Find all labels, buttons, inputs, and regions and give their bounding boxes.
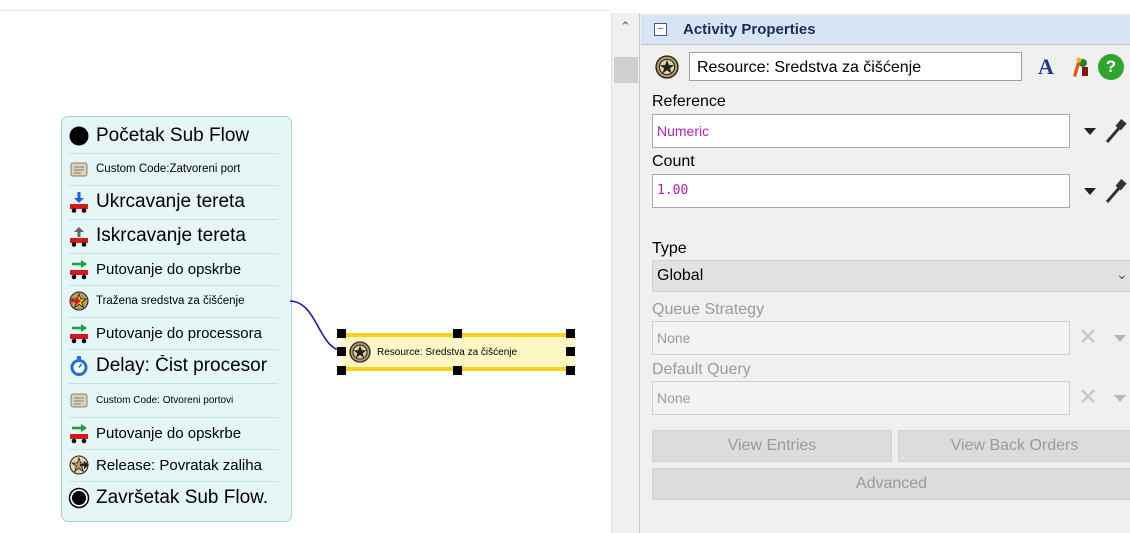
clear-icon[interactable]: ✕ [1078,383,1098,412]
resource-star-icon [655,55,679,79]
resize-handle[interactable] [566,366,575,375]
resize-handle[interactable] [337,366,346,375]
resize-handle[interactable] [337,347,346,356]
panel-header[interactable]: − Activity Properties [641,15,1130,45]
activity-properties-panel: − Activity Properties Resource: Sredstva… [639,13,1130,533]
dropdown-arrow-icon[interactable] [1084,188,1096,195]
dropdown-arrow-icon[interactable] [1084,128,1096,135]
view-entries-button[interactable]: View Entries [652,430,892,462]
type-select[interactable]: Global [652,260,1130,292]
queue-strategy-input[interactable]: None [652,321,1070,355]
default-query-label: Default Query [652,361,751,378]
resize-handle[interactable] [337,329,346,338]
dropdown-arrow-icon[interactable] [1114,395,1126,402]
dropdown-arrow-icon[interactable] [1114,335,1126,342]
color-palette-icon[interactable] [1068,55,1092,79]
reference-input[interactable]: Numeric [652,114,1070,148]
collapse-icon[interactable]: − [654,23,667,36]
resize-handle[interactable] [453,329,462,338]
advanced-button[interactable]: Advanced [652,468,1130,500]
chevron-down-icon[interactable]: ⌄ [1116,266,1128,283]
default-query-input[interactable]: None [652,381,1070,415]
view-back-orders-button[interactable]: View Back Orders [898,430,1130,462]
resize-handle[interactable] [566,329,575,338]
shared-resource-label: Resource: Sredstva za čišćenje [377,346,518,358]
panel-title: Activity Properties [683,21,816,38]
scrollbar-thumb[interactable] [614,57,638,83]
vertical-scrollbar[interactable]: ⌃ [611,13,640,533]
sampler-icon[interactable] [1104,177,1130,205]
font-icon[interactable]: A [1038,54,1054,80]
reference-label: Reference [652,93,726,110]
help-icon[interactable]: ? [1098,54,1124,80]
resize-handle[interactable] [566,347,575,356]
activity-name-input[interactable]: Resource: Sredstva za čišćenje [689,52,1022,81]
type-label: Type [652,240,687,257]
resize-handle[interactable] [453,366,462,375]
resource-star-icon [349,341,371,363]
count-input[interactable]: 1.00 [652,174,1070,208]
clear-icon[interactable]: ✕ [1078,323,1098,352]
queue-strategy-label: Queue Strategy [652,301,765,318]
sampler-icon[interactable] [1104,117,1130,145]
count-label: Count [652,153,695,170]
chevron-up-icon[interactable]: ⌃ [620,19,631,35]
